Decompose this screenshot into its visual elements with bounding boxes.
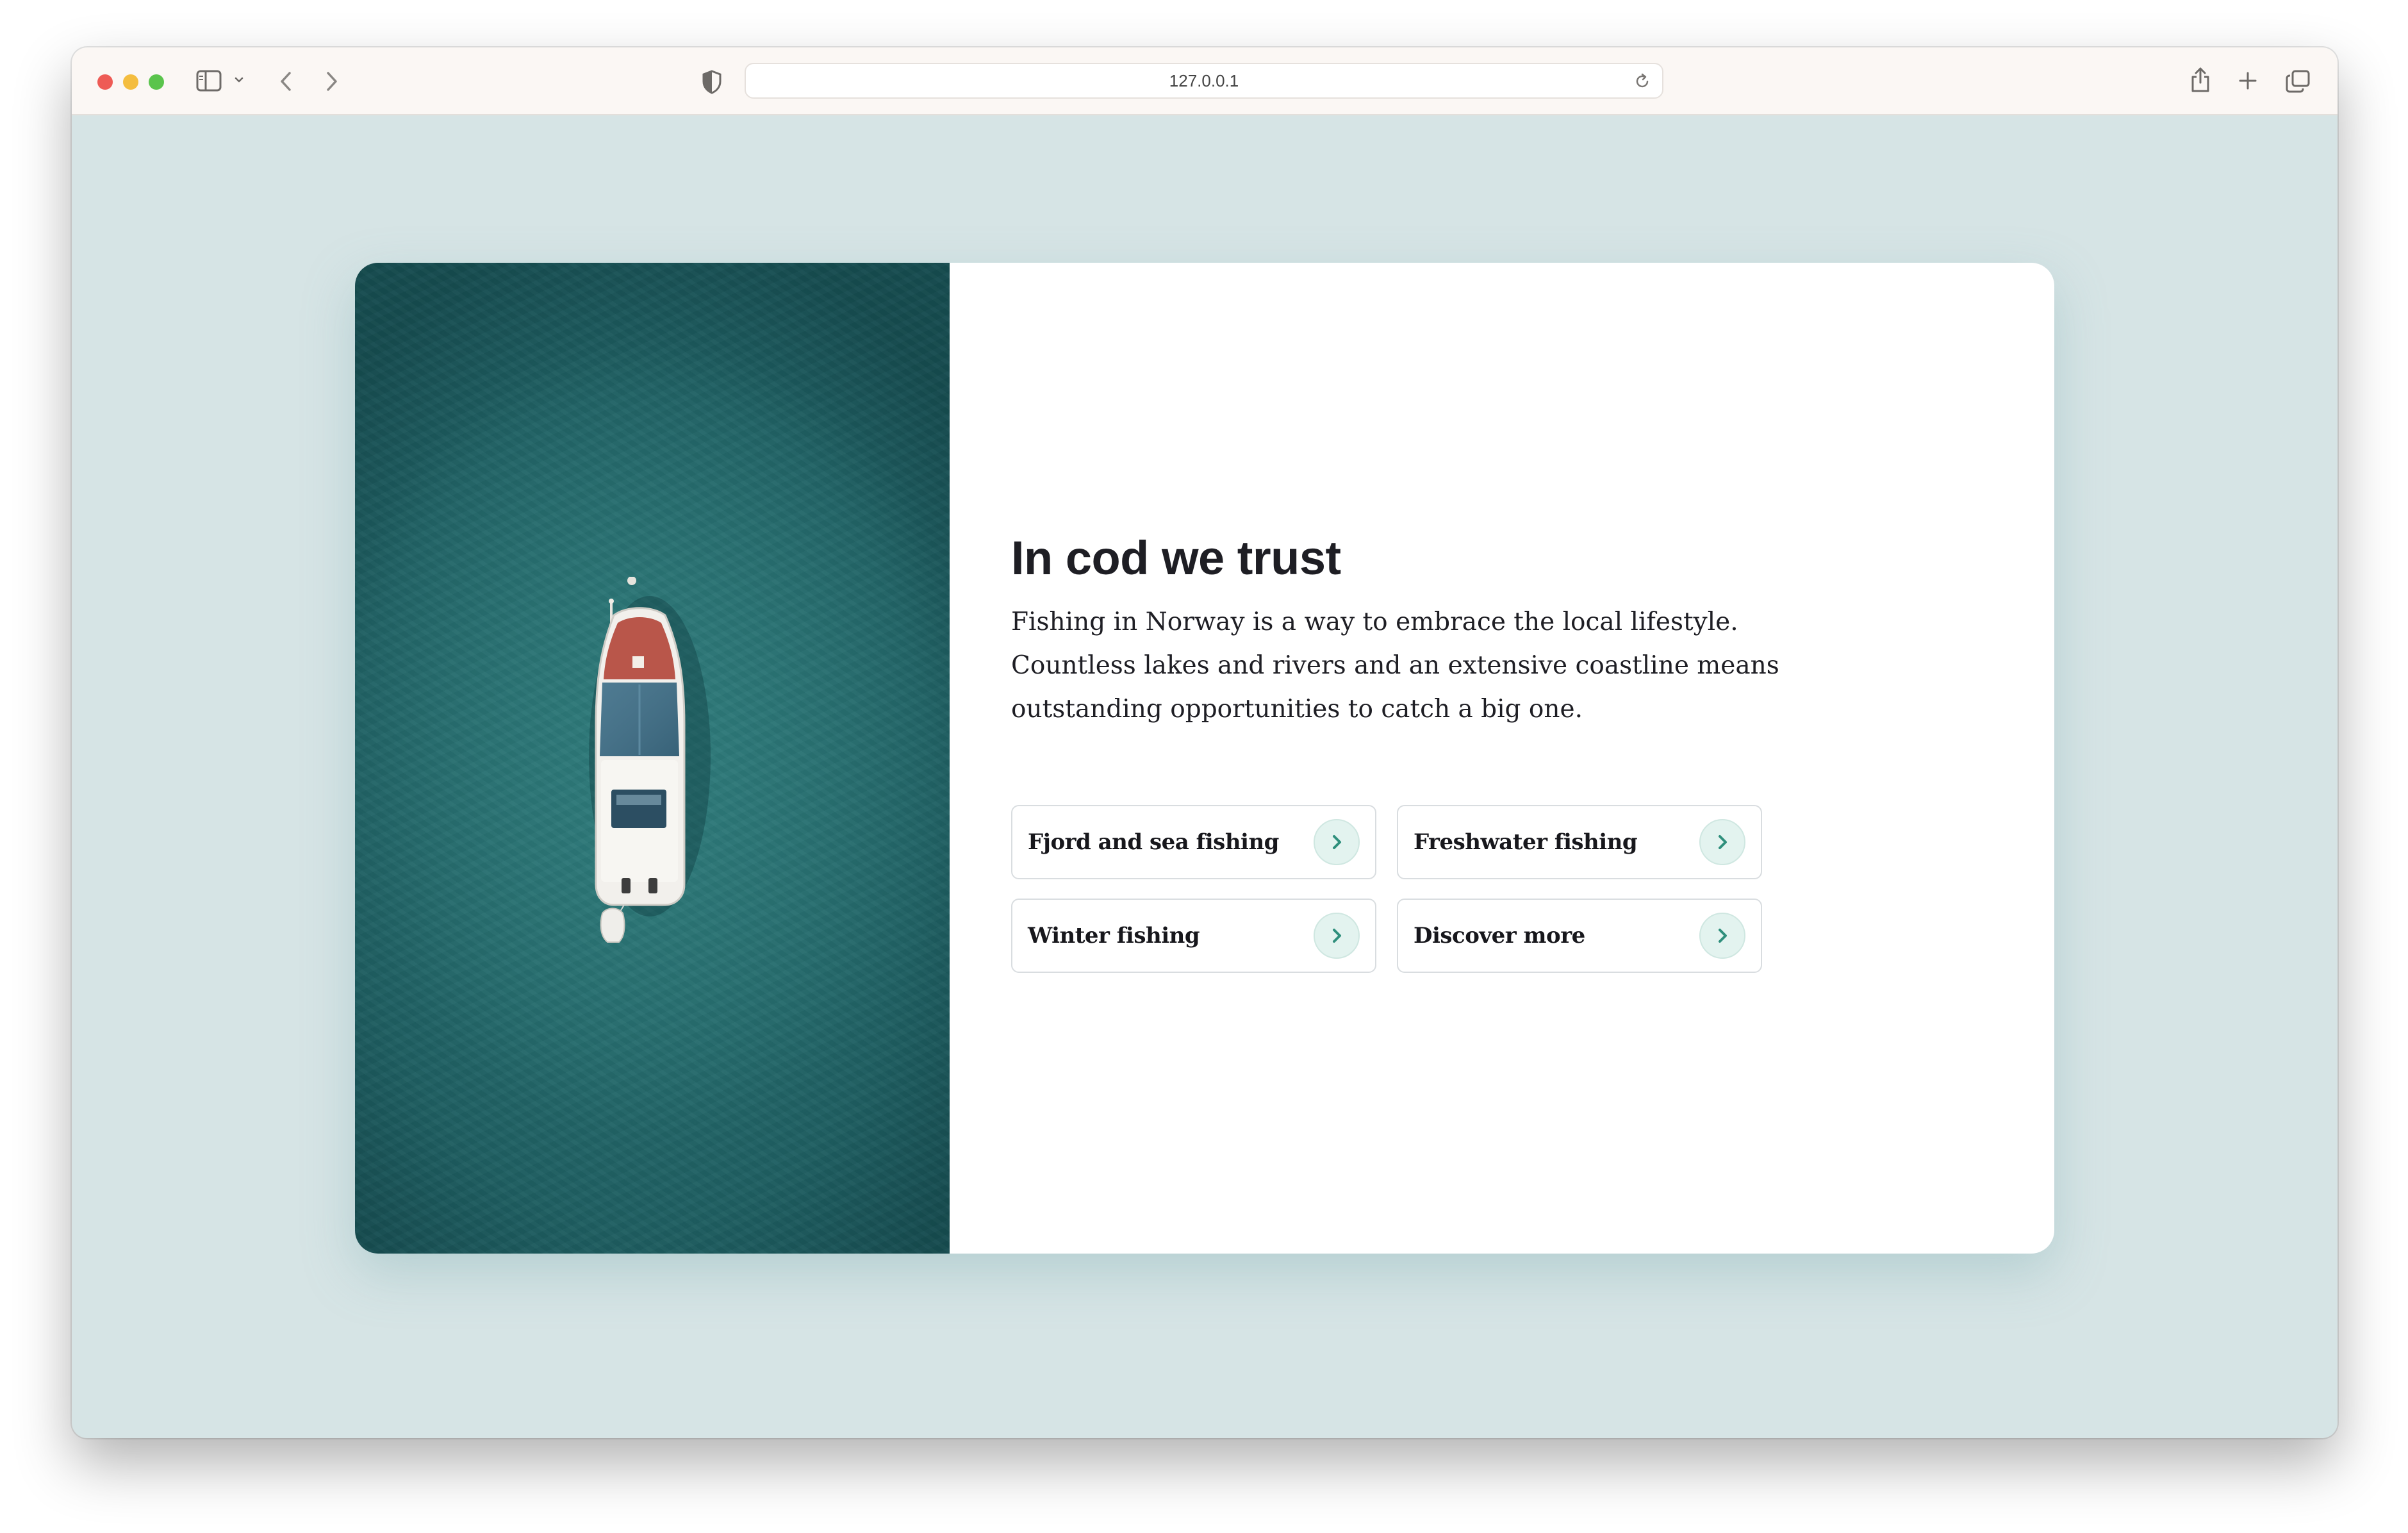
freshwater-fishing-link[interactable]: Freshwater fishing	[1397, 805, 1762, 879]
chevron-left-icon[interactable]	[277, 69, 296, 94]
page-title: In cod we trust	[1011, 531, 1341, 584]
link-label: Freshwater fishing	[1414, 829, 1638, 855]
url-text: 127.0.0.1	[1169, 70, 1239, 90]
link-label: Winter fishing	[1028, 923, 1200, 949]
close-window-button[interactable]	[97, 74, 113, 90]
minimize-window-button[interactable]	[123, 74, 138, 90]
browser-window: 127.0.0.1 In cod we trust Fishing in Nor…	[72, 47, 2338, 1438]
discover-more-link[interactable]: Discover more	[1397, 899, 1762, 973]
address-bar[interactable]: 127.0.0.1	[745, 63, 1663, 99]
hero-content: In cod we trust Fishing in Norway is a w…	[1011, 532, 1844, 731]
tabs-overview-icon[interactable]	[2285, 69, 2311, 94]
link-label: Fjord and sea fishing	[1028, 829, 1279, 855]
winter-fishing-link[interactable]: Winter fishing	[1011, 899, 1376, 973]
link-label: Discover more	[1414, 923, 1585, 949]
chevron-right-icon	[1699, 913, 1745, 959]
reload-icon[interactable]	[1633, 72, 1652, 91]
shield-icon[interactable]	[701, 69, 723, 95]
sidebar-icon[interactable]	[196, 69, 223, 92]
hero-card: In cod we trust Fishing in Norway is a w…	[355, 263, 2054, 1254]
chevron-down-icon[interactable]	[233, 74, 245, 86]
chevron-right-icon	[1314, 913, 1360, 959]
chevron-right-icon	[1699, 819, 1745, 865]
chevron-right-icon[interactable]	[322, 69, 341, 94]
zoom-window-button[interactable]	[149, 74, 164, 90]
hero-description: Fishing in Norway is a way to embrace th…	[1011, 608, 1779, 724]
fjord-sea-fishing-link[interactable]: Fjord and sea fishing	[1011, 805, 1376, 879]
link-grid: Fjord and sea fishing Freshwater fishing…	[1011, 805, 1762, 973]
plus-icon[interactable]	[2238, 70, 2258, 91]
chevron-right-icon	[1314, 819, 1360, 865]
boat-photo	[355, 263, 950, 1254]
share-icon[interactable]	[2189, 65, 2212, 94]
boat-illustration	[589, 577, 711, 943]
browser-toolbar: 127.0.0.1	[72, 47, 2338, 115]
